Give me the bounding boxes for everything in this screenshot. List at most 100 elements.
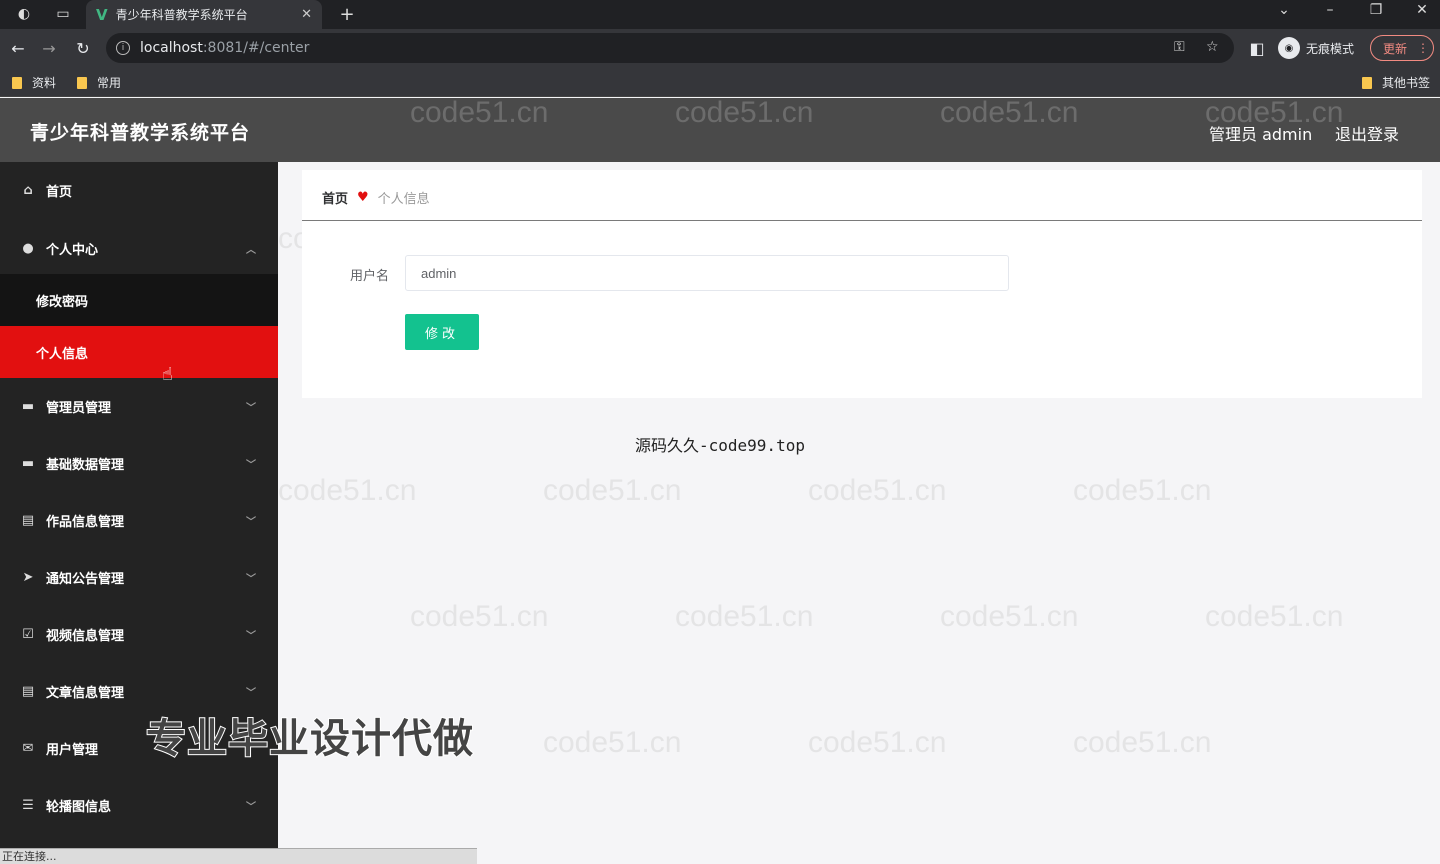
sidebar-item-label: 基础数据管理 <box>46 457 125 473</box>
chevron-down-icon: ﹀ <box>246 687 256 699</box>
document-icon: ▤ <box>21 683 35 699</box>
watermark: code51.cn <box>808 726 947 759</box>
mail-icon: ✉ <box>22 740 34 756</box>
watermark: code51.cn <box>278 474 417 507</box>
bookmark-label: 资料 <box>32 76 57 90</box>
watermark: code51.cn <box>1205 600 1344 633</box>
other-bookmarks[interactable]: 其他书签 <box>1362 74 1430 91</box>
profile-card: 首页 ♥ 个人信息 用户名 修改 <box>302 170 1422 398</box>
chevron-down-icon: ﹀ <box>246 459 256 471</box>
url-path: :8081/#/center <box>202 40 310 56</box>
check-icon: ☑ <box>22 626 34 642</box>
watermark: code51.cn <box>543 474 682 507</box>
sidebar-item-notices[interactable]: ➤ 通知公告管理 ﹀ <box>0 551 278 603</box>
sidebar-item-label: 用户管理 <box>46 742 99 758</box>
app-title: 青少年科普教学系统平台 <box>30 122 251 144</box>
sidebar-item-label: 轮播图信息 <box>46 799 112 815</box>
current-user: 管理员 admin <box>1209 125 1313 144</box>
sliders-icon: ☰ <box>22 797 34 813</box>
chevron-down-icon: ﹀ <box>246 516 256 528</box>
url-input[interactable]: i localhost:8081/#/center ⚿ ☆ <box>106 33 1234 63</box>
sidebar-item-label: 修改密码 <box>36 294 89 310</box>
sidebar-item-carousel[interactable]: ☰ 轮播图信息 ﹀ <box>0 779 278 831</box>
more-menu-icon: ⋮ <box>1417 41 1430 55</box>
key-icon[interactable]: ⚿ <box>1174 39 1185 55</box>
vue-favicon-icon: V <box>96 5 108 24</box>
send-icon: ➤ <box>22 569 34 585</box>
sidebar-item-label: 文章信息管理 <box>46 685 125 701</box>
sidebar-item-admin-management[interactable]: ▬ 管理员管理 ﹀ <box>0 380 278 432</box>
side-panel-icon[interactable]: ◧ <box>1246 37 1268 59</box>
folder-icon <box>77 76 87 89</box>
incognito-indicator[interactable]: ◉ 无痕模式 <box>1278 37 1354 59</box>
chevron-down-icon: ﹀ <box>246 630 256 642</box>
sidebar-item-videos[interactable]: ☑ 视频信息管理 ﹀ <box>0 608 278 660</box>
monitor-icon: ▬ <box>21 455 35 471</box>
bookmarks-bar: 资料 常用 其他书签 <box>0 67 1440 97</box>
tab-close-icon[interactable]: ✕ <box>301 7 312 22</box>
sidebar-item-label: 视频信息管理 <box>46 628 125 644</box>
breadcrumb-home[interactable]: 首页 <box>322 188 348 207</box>
tab-search-icon[interactable]: ▭ <box>52 4 74 24</box>
sidebar-item-label: 通知公告管理 <box>46 571 125 587</box>
other-bookmarks-label: 其他书签 <box>1382 76 1431 90</box>
app-header: 青少年科普教学系统平台 管理员 admin 退出登录 <box>0 98 1440 162</box>
hand-cursor-icon: ☝ <box>162 364 173 385</box>
promo-overlay-text: 专业毕业设计代做 <box>145 715 474 763</box>
new-tab-icon[interactable]: + <box>336 4 358 25</box>
watermark: code51.cn <box>808 474 947 507</box>
chevron-down-icon: ﹀ <box>246 801 256 813</box>
chevron-down-icon: ﹀ <box>246 573 256 585</box>
modify-button[interactable]: 修改 <box>405 314 479 350</box>
forward-icon[interactable]: → <box>38 37 60 59</box>
reload-icon[interactable]: ↻ <box>72 37 94 59</box>
watermark: code51.cn <box>1073 474 1212 507</box>
back-icon[interactable]: ← <box>7 37 29 59</box>
update-button[interactable]: 更新 ⋮ <box>1370 35 1434 61</box>
url-host: localhost <box>140 40 203 56</box>
username-input[interactable] <box>405 255 1009 291</box>
breadcrumb-current: 个人信息 <box>377 192 430 207</box>
tab-list-icon[interactable]: ⌄ <box>1264 2 1304 18</box>
card-icon: ▤ <box>21 512 35 528</box>
bookmark-star-icon[interactable]: ☆ <box>1206 39 1219 55</box>
sidebar-item-label: 首页 <box>46 184 73 200</box>
sidebar-item-home[interactable]: ⌂ 首页 <box>0 164 278 216</box>
sidebar-item-change-password[interactable]: 修改密码 <box>0 274 278 326</box>
chevron-down-icon: ﹀ <box>246 402 256 414</box>
address-bar-row: ← → ↻ i localhost:8081/#/center ⚿ ☆ ◧ ◉ … <box>0 29 1440 67</box>
home-icon: ⌂ <box>23 182 33 198</box>
browser-tab[interactable]: V 青少年科普教学系统平台 ✕ <box>86 0 322 29</box>
source-note: 源码久久-code99.top <box>635 436 805 455</box>
watermark: code51.cn <box>1073 726 1212 759</box>
heart-icon: ♥ <box>357 190 369 205</box>
sidebar-item-label: 个人中心 <box>46 242 99 258</box>
tab-title: 青少年科普教学系统平台 <box>115 8 248 22</box>
username-label: 用户名 <box>350 269 390 284</box>
close-window-icon[interactable]: ✕ <box>1402 2 1440 18</box>
logout-button[interactable]: 退出登录 <box>1335 121 1399 145</box>
restore-icon[interactable]: ❐ <box>1356 2 1396 18</box>
briefcase-icon: ▬ <box>21 398 35 414</box>
folder-icon <box>1362 76 1372 89</box>
minimize-icon[interactable]: – <box>1310 2 1350 18</box>
incognito-label: 无痕模式 <box>1306 41 1355 56</box>
sidebar-item-personal-center[interactable]: ● 个人中心 ︿ <box>0 222 278 274</box>
bookmark-folder[interactable]: 常用 <box>77 74 121 91</box>
folder-icon <box>12 76 22 89</box>
chevron-up-icon: ︿ <box>246 244 256 256</box>
chrome-menu-icon[interactable]: ◐ <box>13 4 35 24</box>
incognito-icon: ◉ <box>1278 37 1300 59</box>
sidebar-item-works[interactable]: ▤ 作品信息管理 ﹀ <box>0 494 278 546</box>
browser-tab-bar: ◐ ▭ V 青少年科普教学系统平台 ✕ + ⌄ – ❐ ✕ <box>0 0 1440 29</box>
sidebar-item-personal-info[interactable]: 个人信息 <box>0 326 278 378</box>
watermark: code51.cn <box>410 600 549 633</box>
divider <box>302 220 1422 221</box>
watermark: code51.cn <box>940 600 1079 633</box>
bookmark-folder[interactable]: 资料 <box>12 74 56 91</box>
status-bar: 正在连接... <box>0 848 477 864</box>
bookmark-label: 常用 <box>97 76 122 90</box>
sidebar-item-label: 管理员管理 <box>46 400 112 416</box>
site-info-icon[interactable]: i <box>116 41 130 55</box>
sidebar-item-basic-data[interactable]: ▬ 基础数据管理 ﹀ <box>0 437 278 489</box>
